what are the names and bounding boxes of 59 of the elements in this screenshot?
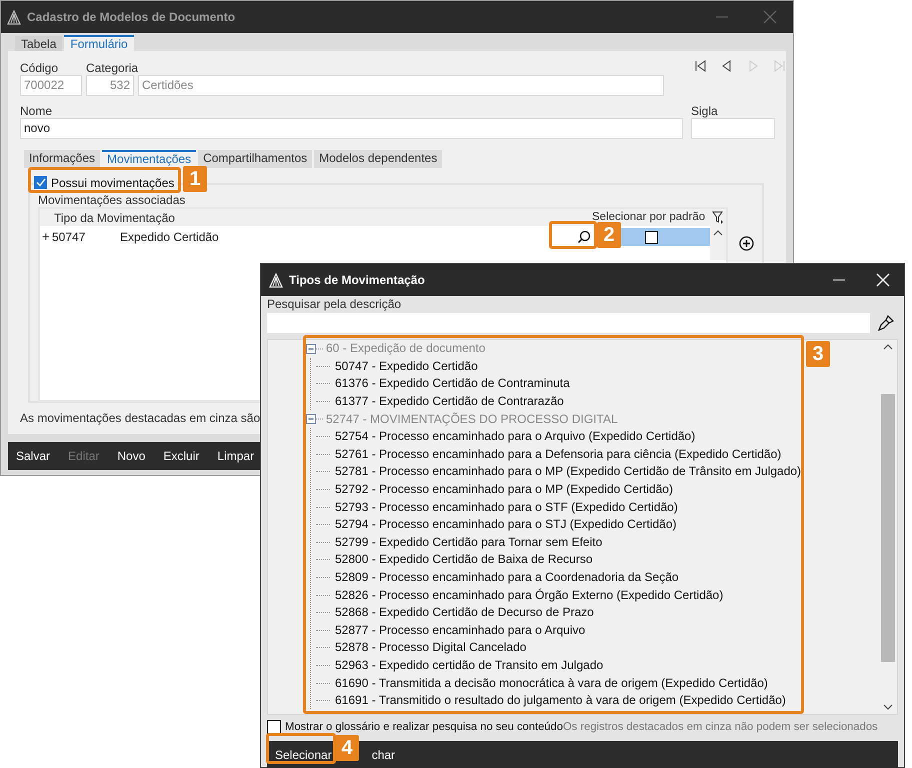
logo-icon bbox=[7, 10, 21, 24]
scroll-up-icon bbox=[882, 344, 892, 350]
field-label: Nome bbox=[20, 104, 54, 118]
dialog-button[interactable]: Selecionar bbox=[275, 746, 332, 764]
tab[interactable]: Movimentações bbox=[102, 150, 196, 168]
note-text: Os registros destacados em cinza não podem ser selecionados bbox=[562, 720, 878, 735]
toolbar-button[interactable]: Novo bbox=[117, 447, 146, 465]
category-code-field[interactable]: 532 bbox=[86, 75, 134, 96]
table-cell-text: 50747 bbox=[52, 229, 86, 246]
callout-badge: 3 bbox=[806, 341, 830, 367]
column-header: Tipo da Movimentação bbox=[54, 210, 176, 226]
window-title: Tipos de Movimentação bbox=[289, 272, 426, 289]
toolbar-button[interactable]: Limpar bbox=[217, 447, 254, 465]
scroll-thumb[interactable] bbox=[880, 394, 894, 662]
brush-icon[interactable] bbox=[878, 315, 894, 331]
toolbar-button[interactable]: Excluir bbox=[163, 447, 200, 465]
close-icon bbox=[763, 10, 777, 24]
table-cell-text: Expedido Certidão bbox=[120, 229, 220, 246]
close-icon[interactable] bbox=[876, 273, 890, 287]
callout-badge: 2 bbox=[597, 222, 621, 248]
footer-note: As movimentações destacadas em cinza são bbox=[20, 410, 260, 427]
field-label: Código bbox=[20, 61, 60, 75]
scrollbar[interactable] bbox=[710, 226, 726, 260]
window-title: Cadastro de Modelos de Documento bbox=[27, 9, 236, 26]
minimize-icon[interactable] bbox=[832, 279, 846, 281]
scroll-up-icon bbox=[713, 230, 723, 236]
checkbox-label: Possui movimentações bbox=[51, 176, 174, 190]
logo-icon bbox=[269, 272, 283, 288]
code-field[interactable]: 700022 bbox=[20, 75, 82, 96]
field-label: Categoria bbox=[86, 61, 140, 75]
toolbar-button[interactable]: Salvar bbox=[16, 447, 50, 465]
tab[interactable]: Formulário bbox=[64, 35, 134, 51]
tab[interactable]: Tabela bbox=[15, 36, 62, 51]
callout-badge: 4 bbox=[335, 735, 359, 761]
column-header: Selecionar por padrão bbox=[592, 210, 706, 225]
category-field[interactable]: Certidões bbox=[138, 75, 664, 96]
group-title: Movimentações associadas bbox=[38, 193, 186, 207]
dialog-button[interactable]: char bbox=[372, 746, 396, 764]
field-label: Sigla bbox=[691, 104, 719, 118]
callout-badge: 1 bbox=[183, 166, 207, 192]
scroll-down-icon bbox=[882, 704, 892, 710]
add-icon[interactable] bbox=[739, 236, 754, 251]
checkbox[interactable] bbox=[34, 176, 47, 189]
acronym-field[interactable] bbox=[691, 118, 775, 139]
filter-icon[interactable] bbox=[712, 211, 724, 224]
search-icon bbox=[577, 230, 591, 244]
field-label: Pesquisar pela descrição bbox=[267, 297, 402, 311]
check-icon bbox=[36, 178, 46, 187]
checkbox[interactable] bbox=[267, 720, 281, 734]
name-field[interactable]: novo bbox=[20, 118, 683, 139]
expand-toggle[interactable]: + bbox=[42, 227, 52, 247]
checkbox-label: Mostrar o glossário e realizar pesquisa no seu conteúdo bbox=[285, 720, 563, 735]
tab[interactable]: Modelos dependentes bbox=[314, 150, 442, 168]
checkbox[interactable] bbox=[645, 230, 658, 244]
tab[interactable]: Informações bbox=[24, 150, 100, 168]
minimize-icon bbox=[715, 16, 729, 18]
search-field[interactable] bbox=[267, 313, 870, 333]
first-record-icon[interactable] bbox=[694, 59, 708, 73]
tab[interactable]: Compartilhamentos bbox=[198, 150, 312, 168]
